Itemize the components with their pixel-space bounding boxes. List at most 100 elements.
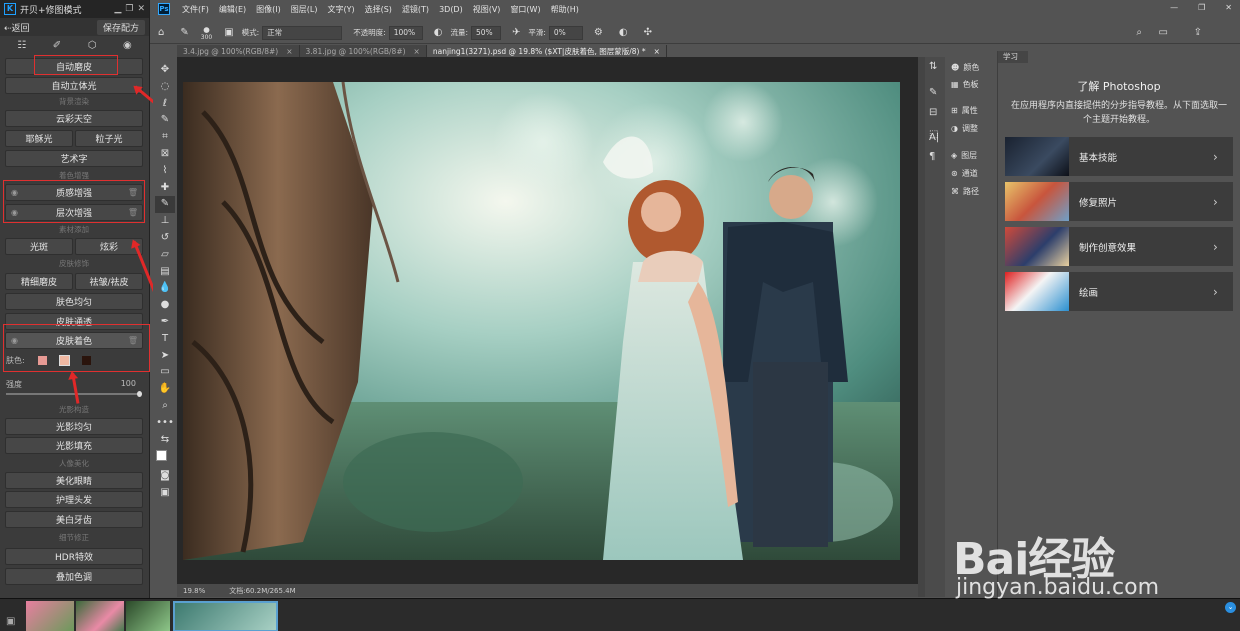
flow-input[interactable]: 50% — [470, 25, 501, 40]
more-tools-icon[interactable]: ••• — [156, 415, 174, 432]
minimize-icon[interactable]: ▁ — [114, 4, 121, 14]
doc-tab[interactable]: 3.4.jpg @ 100%(RGB/8#) × — [177, 45, 300, 57]
brush-tab-icon[interactable]: ✐ — [53, 40, 61, 51]
canvas-area[interactable] — [177, 57, 918, 584]
brush-settings-icon[interactable]: ✎ — [929, 87, 937, 98]
close-icon[interactable]: ✕ — [1225, 3, 1232, 12]
symmetry-icon[interactable]: ✣ — [644, 27, 652, 38]
restore-icon[interactable]: ❐ — [1198, 3, 1205, 12]
dodge-tool-icon[interactable]: ● — [161, 297, 170, 314]
workspace-icon[interactable]: ▭ — [1159, 27, 1168, 38]
mode-select[interactable]: 正常 — [262, 25, 343, 40]
brush-tool-icon[interactable]: ✎ — [180, 27, 188, 38]
menu-3d[interactable]: 3D(D) — [439, 5, 463, 14]
airbrush-icon[interactable]: ✈ — [512, 27, 520, 38]
hdr-button[interactable]: HDR特效 — [5, 548, 143, 565]
strength-slider-knob[interactable] — [137, 391, 142, 397]
panel-layers[interactable]: ◈ 图层 — [951, 150, 977, 161]
home-icon[interactable]: ⌂ — [158, 27, 164, 38]
light-even-button[interactable]: 光影均匀 — [5, 418, 143, 435]
layer-enhance-button[interactable]: ◉ 层次增强 🗑 — [5, 204, 143, 221]
menu-file[interactable]: 文件(F) — [182, 4, 209, 15]
eyedropper-tool-icon[interactable]: ⌇ — [163, 163, 168, 180]
move-tool-icon[interactable]: ✥ — [161, 62, 169, 79]
sliders-icon[interactable]: ☷ — [17, 40, 26, 51]
gradient-tool-icon[interactable]: ▤ — [160, 264, 169, 281]
type-tool-icon[interactable]: T — [162, 331, 168, 348]
film-thumbnail-active[interactable] — [173, 601, 278, 631]
film-thumbnail[interactable] — [126, 601, 170, 631]
minimize-icon[interactable]: — — [1170, 3, 1178, 12]
learn-card-basics[interactable]: 基本技能 › — [1005, 137, 1233, 176]
light-fill-button[interactable]: 光影填充 — [5, 437, 143, 454]
panel-paths[interactable]: ⌘ 路径 — [951, 186, 979, 197]
menu-image[interactable]: 图像(I) — [256, 4, 281, 15]
panel-swatches[interactable]: ▦ 色板 — [951, 79, 979, 90]
brush-preset[interactable]: ● 300 — [201, 25, 212, 41]
trash-icon[interactable]: 🗑 — [128, 188, 138, 197]
pressure-size-icon[interactable]: ◐ — [619, 27, 628, 38]
back-button[interactable]: ⇠返回 — [4, 21, 30, 34]
eyes-button[interactable]: 美化眼睛 — [5, 472, 143, 489]
fine-skin-button[interactable]: 精细磨皮 — [5, 273, 73, 290]
hair-button[interactable]: 护理头发 — [5, 491, 143, 508]
opacity-input[interactable]: 100% — [388, 25, 423, 40]
hand-tool-icon[interactable]: ✋ — [159, 381, 171, 398]
menu-filter[interactable]: 滤镜(T) — [402, 4, 429, 15]
menu-select[interactable]: 选择(S) — [365, 4, 392, 15]
panel-adjustments[interactable]: ◑ 调整 — [951, 123, 978, 134]
character-icon[interactable]: A| — [929, 132, 939, 143]
particle-light-button[interactable]: 粒子光 — [75, 130, 143, 147]
menu-window[interactable]: 窗口(W) — [510, 4, 540, 15]
visibility-eye-icon[interactable]: ◉ — [11, 336, 18, 345]
tab-close-icon[interactable]: × — [654, 47, 660, 56]
restore-icon[interactable]: ❐ — [125, 4, 133, 14]
frame-tool-icon[interactable]: ⊠ — [161, 146, 169, 163]
doc-tab[interactable]: 3.81.jpg @ 100%(RGB/8#) × — [299, 45, 427, 57]
eraser-tool-icon[interactable]: ▱ — [161, 247, 169, 264]
share-icon[interactable]: ⇪ — [1194, 27, 1202, 38]
texture-enhance-button[interactable]: ◉ 质感增强 🗑 — [5, 184, 143, 201]
panel-channels[interactable]: ⊛ 通道 — [951, 168, 978, 179]
path-select-tool-icon[interactable]: ➤ — [161, 348, 169, 365]
quick-select-tool-icon[interactable]: ✎ — [161, 112, 169, 129]
panel-color[interactable]: ☻ 颜色 — [951, 62, 979, 73]
pen-tool-icon[interactable]: ✒ — [161, 314, 169, 331]
menu-edit[interactable]: 编辑(E) — [219, 4, 246, 15]
search-icon[interactable]: ⌕ — [1136, 27, 1142, 38]
skin-clear-button[interactable]: 皮肤通透 — [5, 313, 143, 330]
tab-close-icon[interactable]: × — [286, 47, 292, 56]
crop-tool-icon[interactable]: ⌗ — [162, 129, 168, 146]
skin-swatch[interactable] — [58, 355, 70, 366]
zoom-level[interactable]: 19.8% — [183, 587, 205, 595]
film-thumbnail[interactable] — [76, 601, 124, 631]
skin-even-button[interactable]: 肤色均匀 — [5, 293, 143, 310]
learn-card-paint[interactable]: 绘画 › — [1005, 272, 1233, 311]
close-icon[interactable]: ✕ — [137, 4, 145, 14]
adjust-sliders-icon[interactable]: ⊟ — [929, 107, 937, 118]
spot-button[interactable]: 光斑 — [5, 238, 73, 255]
trash-icon[interactable]: 🗑 — [128, 208, 138, 217]
swap-colors-icon[interactable]: ⇆ — [161, 432, 169, 449]
overlay-tone-button[interactable]: 叠加色调 — [5, 568, 143, 585]
skin-swatch[interactable] — [37, 356, 47, 365]
haze-light-button[interactable]: 耶稣光 — [5, 130, 73, 147]
wrinkle-button[interactable]: 祛皱/祛皮 — [75, 273, 143, 290]
visibility-eye-icon[interactable]: ◉ — [11, 208, 18, 217]
brush-panel-icon[interactable]: ▣ — [224, 27, 233, 38]
image-icon[interactable]: ▣ — [6, 616, 15, 627]
brush-tool-icon[interactable]: ✎ — [155, 196, 175, 214]
menu-help[interactable]: 帮助(H) — [551, 4, 579, 15]
stamp-tool-icon[interactable]: ⊥ — [161, 213, 170, 230]
panel-properties[interactable]: ⊞ 属性 — [951, 105, 978, 116]
skin-swatch[interactable] — [81, 356, 91, 365]
foreground-color[interactable] — [156, 450, 167, 462]
rectangle-tool-icon[interactable]: ▭ — [160, 364, 169, 381]
save-recipe-button[interactable]: 保存配方 — [96, 19, 145, 35]
learn-card-creative[interactable]: 制作创意效果 › — [1005, 227, 1233, 266]
quick-mask-icon[interactable]: ◙ — [160, 468, 170, 485]
history-brush-tool-icon[interactable]: ↺ — [161, 230, 169, 247]
blur-tool-icon[interactable]: 💧 — [159, 280, 171, 297]
tab-close-icon[interactable]: × — [414, 47, 420, 56]
learn-tab[interactable]: 学习 — [998, 51, 1028, 63]
